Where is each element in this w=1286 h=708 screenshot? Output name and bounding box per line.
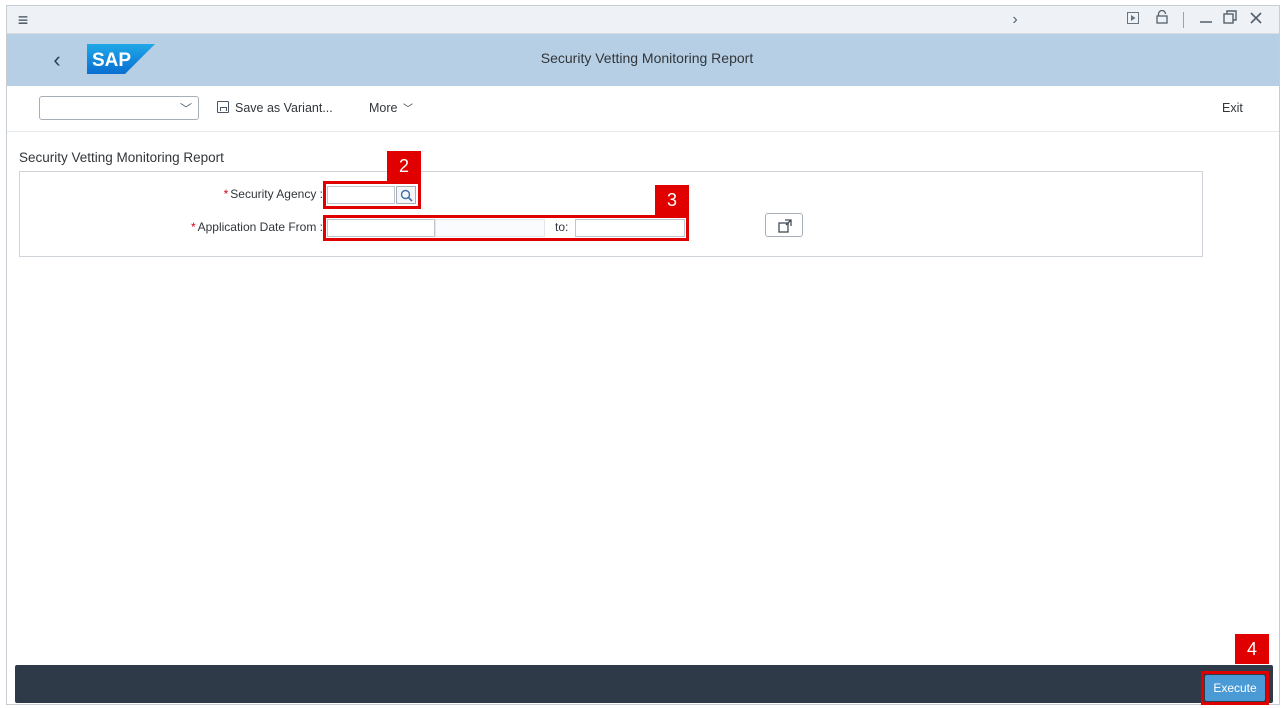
close-icon[interactable] [1247, 10, 1265, 30]
system-bar-separator [1183, 12, 1184, 28]
exit-button[interactable]: Exit [1222, 99, 1243, 117]
application-date-label-text: Application Date From : [197, 220, 323, 234]
more-menu-button[interactable]: More ﹀ [369, 99, 413, 119]
callout-box-2 [323, 181, 421, 209]
lock-icon[interactable] [1153, 9, 1171, 30]
multiple-selection-button[interactable] [765, 213, 803, 237]
callout-number-3: 3 [655, 185, 689, 215]
hamburger-menu-icon[interactable]: ≡ [13, 10, 33, 30]
restore-icon[interactable] [1221, 10, 1239, 30]
application-date-label: * Application Date From : [107, 220, 323, 234]
save-as-variant-label: Save as Variant... [235, 101, 333, 115]
callout-box-3 [323, 215, 689, 241]
required-asterisk: * [190, 220, 196, 234]
variant-select[interactable]: ﹀ [39, 96, 199, 120]
back-chevron-icon[interactable]: ‹ [47, 46, 67, 74]
security-agency-label: * Security Agency : [107, 187, 323, 201]
sap-logo: SAP [87, 44, 155, 74]
page-title: Security Vetting Monitoring Report [540, 50, 754, 66]
callout-number-2: 2 [387, 151, 421, 181]
app-header: ‹ SAP Security Vetting Monitoring Report [7, 34, 1279, 86]
chevron-down-icon: ﹀ [179, 102, 192, 116]
callout-box-4 [1201, 671, 1269, 705]
minimize-icon[interactable] [1197, 10, 1215, 30]
selection-panel [19, 171, 1203, 257]
callout-number-4: 4 [1235, 634, 1269, 664]
sap-logo-text: SAP [92, 50, 131, 71]
security-agency-label-text: Security Agency : [230, 187, 323, 201]
save-as-variant-button[interactable]: Save as Variant... [217, 99, 333, 117]
section-title: Security Vetting Monitoring Report [19, 150, 224, 165]
sap-window: ≡ › ‹ SAP Security Vetting Monitoring Re… [6, 5, 1280, 705]
more-label: More [369, 101, 398, 115]
play-box-icon[interactable] [1125, 10, 1141, 30]
more-chevron-icon: ﹀ [402, 104, 413, 115]
chevron-right-icon[interactable]: › [1007, 10, 1023, 30]
toolbar: ﹀ Save as Variant... More ﹀ Exit [7, 86, 1279, 132]
multiple-selection-icon [778, 219, 792, 233]
required-asterisk: * [223, 187, 229, 201]
footer-bar [15, 665, 1273, 703]
save-icon [217, 101, 229, 113]
system-bar: ≡ › [7, 6, 1279, 34]
